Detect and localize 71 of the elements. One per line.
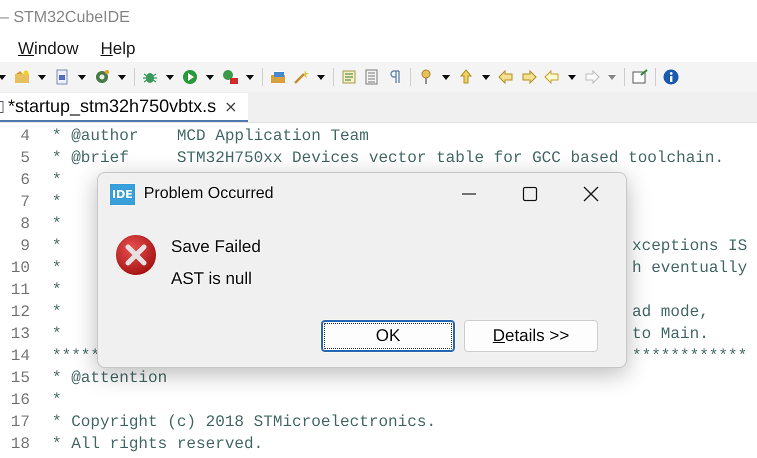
app-logo: IDE — [110, 184, 135, 204]
line-number: 12 — [10, 303, 30, 321]
dialog-button[interactable]: OK — [321, 320, 455, 352]
back-arrow-icon[interactable] — [498, 69, 514, 85]
line-number: 10 — [10, 259, 30, 277]
window-title: – STM32CubeIDE — [0, 8, 130, 26]
line-number: 17 — [10, 413, 30, 431]
close-icon[interactable] — [583, 186, 599, 202]
line-number: 15 — [10, 369, 30, 387]
code-line: * All rights reserved. — [52, 435, 264, 453]
forward-arrow-icon[interactable] — [521, 69, 537, 85]
code-line: ************ — [632, 347, 748, 365]
code-line: * — [52, 325, 62, 343]
menu-item[interactable]: Window — [18, 38, 78, 58]
dropdown-arrow-icon[interactable] — [316, 73, 326, 81]
line-number: 11 — [10, 281, 30, 299]
dropdown-arrow-icon[interactable] — [567, 73, 577, 81]
dropdown-arrow-icon[interactable] — [441, 73, 451, 81]
code-line: * — [52, 259, 62, 277]
code-line: * @brief STM32H750xx Devices vector table for GCC based toolchain. — [52, 149, 724, 167]
dropdown-arrow-icon[interactable] — [0, 73, 7, 81]
dropdown-arrow-icon[interactable] — [205, 73, 215, 81]
code-line: * — [52, 215, 62, 233]
error-icon — [113, 232, 159, 278]
up-arrow-icon[interactable] — [458, 69, 474, 85]
code-line: * — [52, 303, 62, 321]
dropdown-arrow-icon[interactable] — [117, 73, 127, 81]
list-icon[interactable] — [341, 69, 357, 85]
code-line: * — [52, 193, 62, 211]
code-line: ad mode, — [632, 303, 709, 321]
play-icon[interactable] — [182, 69, 198, 85]
info-icon[interactable] — [663, 69, 679, 85]
message-text: Save Failed — [171, 237, 261, 257]
code-line: * @author MCD Application Team — [52, 127, 369, 145]
line-number: 4 — [19, 127, 30, 145]
dropdown-arrow-icon[interactable] — [245, 73, 255, 81]
maximize-icon[interactable] — [522, 186, 538, 202]
document-icon[interactable] — [54, 69, 70, 85]
line-number: 14 — [10, 347, 30, 365]
code-line: * — [52, 237, 62, 255]
editor-tab[interactable]: *startup_stm32h750vbtx.s × — [0, 93, 248, 122]
close-button[interactable]: × — [220, 97, 242, 116]
code-line: ***** — [52, 347, 100, 365]
dropdown-arrow-icon[interactable] — [481, 73, 491, 81]
menu-item[interactable]: Help — [100, 38, 136, 58]
code-line: xceptions IS — [632, 237, 748, 255]
line-number: 7 — [19, 193, 30, 211]
line-number: 18 — [10, 435, 30, 453]
line-number: 9 — [19, 237, 30, 255]
code-line: * @attention — [52, 369, 168, 387]
window-icon[interactable] — [632, 69, 648, 85]
code-line: to Main. — [632, 325, 709, 343]
code-line: * — [52, 281, 62, 299]
line-number: 8 — [19, 215, 30, 233]
code-line: h eventually — [632, 259, 748, 277]
dropdown-arrow-icon[interactable] — [77, 73, 87, 81]
line-number: 5 — [19, 149, 30, 167]
code-line: * — [52, 171, 62, 189]
dialog-title: Problem Occurred — [144, 185, 275, 203]
line-number: 13 — [10, 325, 30, 343]
dropdown-arrow-icon[interactable] — [37, 73, 47, 81]
list-icon[interactable] — [364, 69, 380, 85]
code-line: * Copyright (c) 2018 STMicroelectronics. — [52, 413, 436, 431]
message-text: AST is null — [171, 269, 253, 289]
dialog-button[interactable]: Details >> — [464, 320, 598, 352]
line-number: 16 — [10, 391, 30, 409]
folder-icon[interactable] — [270, 69, 286, 85]
wand-icon[interactable] — [293, 69, 309, 85]
dropdown-arrow-icon[interactable] — [165, 73, 175, 81]
line-number: 6 — [19, 171, 30, 189]
code-line: * — [52, 391, 62, 409]
